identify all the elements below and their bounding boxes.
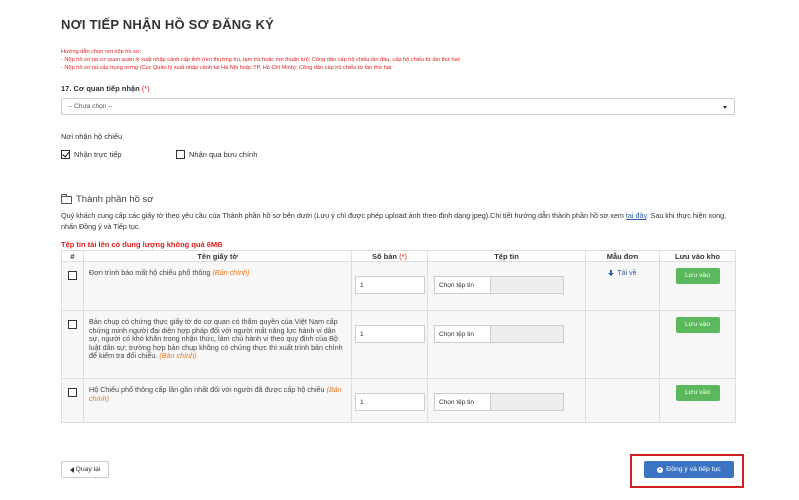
save-button[interactable]: Lưu vào bbox=[675, 385, 720, 401]
row-checkbox[interactable] bbox=[68, 271, 77, 280]
qty-input[interactable]: 1 bbox=[355, 393, 425, 411]
size-limit-note: Tệp tin tải lên có dung lượng không quá … bbox=[61, 240, 223, 249]
doc-name: Hộ Chiếu phổ thông cấp lần gần nhất đối … bbox=[89, 385, 342, 403]
arrow-left-icon bbox=[69, 466, 74, 473]
file-picker[interactable]: Chọn tệp tin bbox=[434, 393, 564, 411]
docs-description: Quý khách cung cấp các giấy tờ theo yêu … bbox=[61, 211, 727, 231]
guide-link[interactable]: tại đây bbox=[626, 211, 647, 220]
guide-heading: Hướng dẫn chọn nơi nộp hồ sơ: bbox=[61, 49, 142, 55]
download-link[interactable]: Tải về bbox=[586, 270, 659, 277]
documents-table: # Tên giấy tờ Số bản (*) Tệp tin Mẫu đơn… bbox=[61, 250, 736, 423]
docs-section-title: Thành phần hồ sơ bbox=[61, 194, 154, 205]
doc-name: Đơn trình báo mất hộ chiếu phổ thông (Bả… bbox=[89, 268, 250, 277]
col-file: Tệp tin bbox=[427, 250, 586, 262]
checkbox-direct[interactable] bbox=[61, 150, 70, 159]
table-header: # Tên giấy tờ Số bản (*) Tệp tin Mẫu đơn… bbox=[61, 250, 736, 262]
row-checkbox[interactable] bbox=[68, 320, 77, 329]
agency-select[interactable]: -- Chưa chọn -- bbox=[61, 98, 735, 115]
receive-label: Nơi nhận hộ chiếu bbox=[61, 132, 123, 141]
file-picker[interactable]: Chọn tệp tin bbox=[434, 276, 564, 294]
agree-continue-button[interactable]: Đồng ý và tiếp tục bbox=[644, 461, 734, 478]
choose-file-button[interactable]: Chọn tệp tin bbox=[435, 326, 491, 342]
back-button[interactable]: Quay lại bbox=[61, 461, 109, 478]
caret-down-icon bbox=[723, 106, 727, 109]
col-save: Lưu vào kho bbox=[659, 250, 736, 262]
choose-file-button[interactable]: Chọn tệp tin bbox=[435, 277, 491, 293]
arrow-circle-right-icon bbox=[657, 466, 664, 473]
table-row: Đơn trình báo mất hộ chiếu phổ thông (Bả… bbox=[61, 261, 736, 311]
guide-text: Hướng dẫn chọn nơi nộp hồ sơ: - Nộp hồ s… bbox=[61, 48, 461, 72]
file-name-field bbox=[491, 326, 563, 342]
file-picker[interactable]: Chọn tệp tin bbox=[434, 325, 564, 343]
row-checkbox[interactable] bbox=[68, 388, 77, 397]
guide-line: - Nộp hồ sơ tại cơ quan quản lý xuất nhậ… bbox=[61, 57, 461, 63]
file-name-field bbox=[491, 277, 563, 293]
choose-file-button[interactable]: Chọn tệp tin bbox=[435, 394, 491, 410]
save-button[interactable]: Lưu vào bbox=[675, 268, 720, 284]
col-template: Mẫu đơn bbox=[585, 250, 660, 262]
receive-option-direct[interactable]: Nhận trực tiếp bbox=[61, 150, 122, 159]
agency-select-value: -- Chưa chọn -- bbox=[68, 103, 113, 110]
folder-icon bbox=[61, 194, 72, 204]
file-name-field bbox=[491, 394, 563, 410]
col-qty: Số bản (*) bbox=[351, 250, 428, 262]
checkbox-post[interactable] bbox=[176, 150, 185, 159]
qty-input[interactable]: 1 bbox=[355, 325, 425, 343]
page-title: NƠI TIẾP NHẬN HỒ SƠ ĐĂNG KÝ bbox=[61, 17, 274, 32]
table-row: Hộ Chiếu phổ thông cấp lần gần nhất đối … bbox=[61, 378, 736, 423]
doc-name: Bản chụp có chứng thực giấy tờ do cơ qua… bbox=[89, 317, 343, 360]
save-button[interactable]: Lưu vào bbox=[675, 317, 720, 333]
qty-input[interactable]: 1 bbox=[355, 276, 425, 294]
download-icon bbox=[608, 270, 615, 277]
receive-option-post[interactable]: Nhận qua bưu chính bbox=[176, 150, 257, 159]
col-no: # bbox=[61, 250, 84, 262]
table-row: Bản chụp có chứng thực giấy tờ do cơ qua… bbox=[61, 310, 736, 379]
agency-label: 17. Cơ quan tiếp nhận (*) bbox=[61, 84, 150, 93]
col-name: Tên giấy tờ bbox=[83, 250, 352, 262]
guide-line: - Nộp hồ sơ tại cấp trung ương (Cục Quản… bbox=[61, 65, 393, 71]
required-mark: (*) bbox=[141, 84, 150, 93]
